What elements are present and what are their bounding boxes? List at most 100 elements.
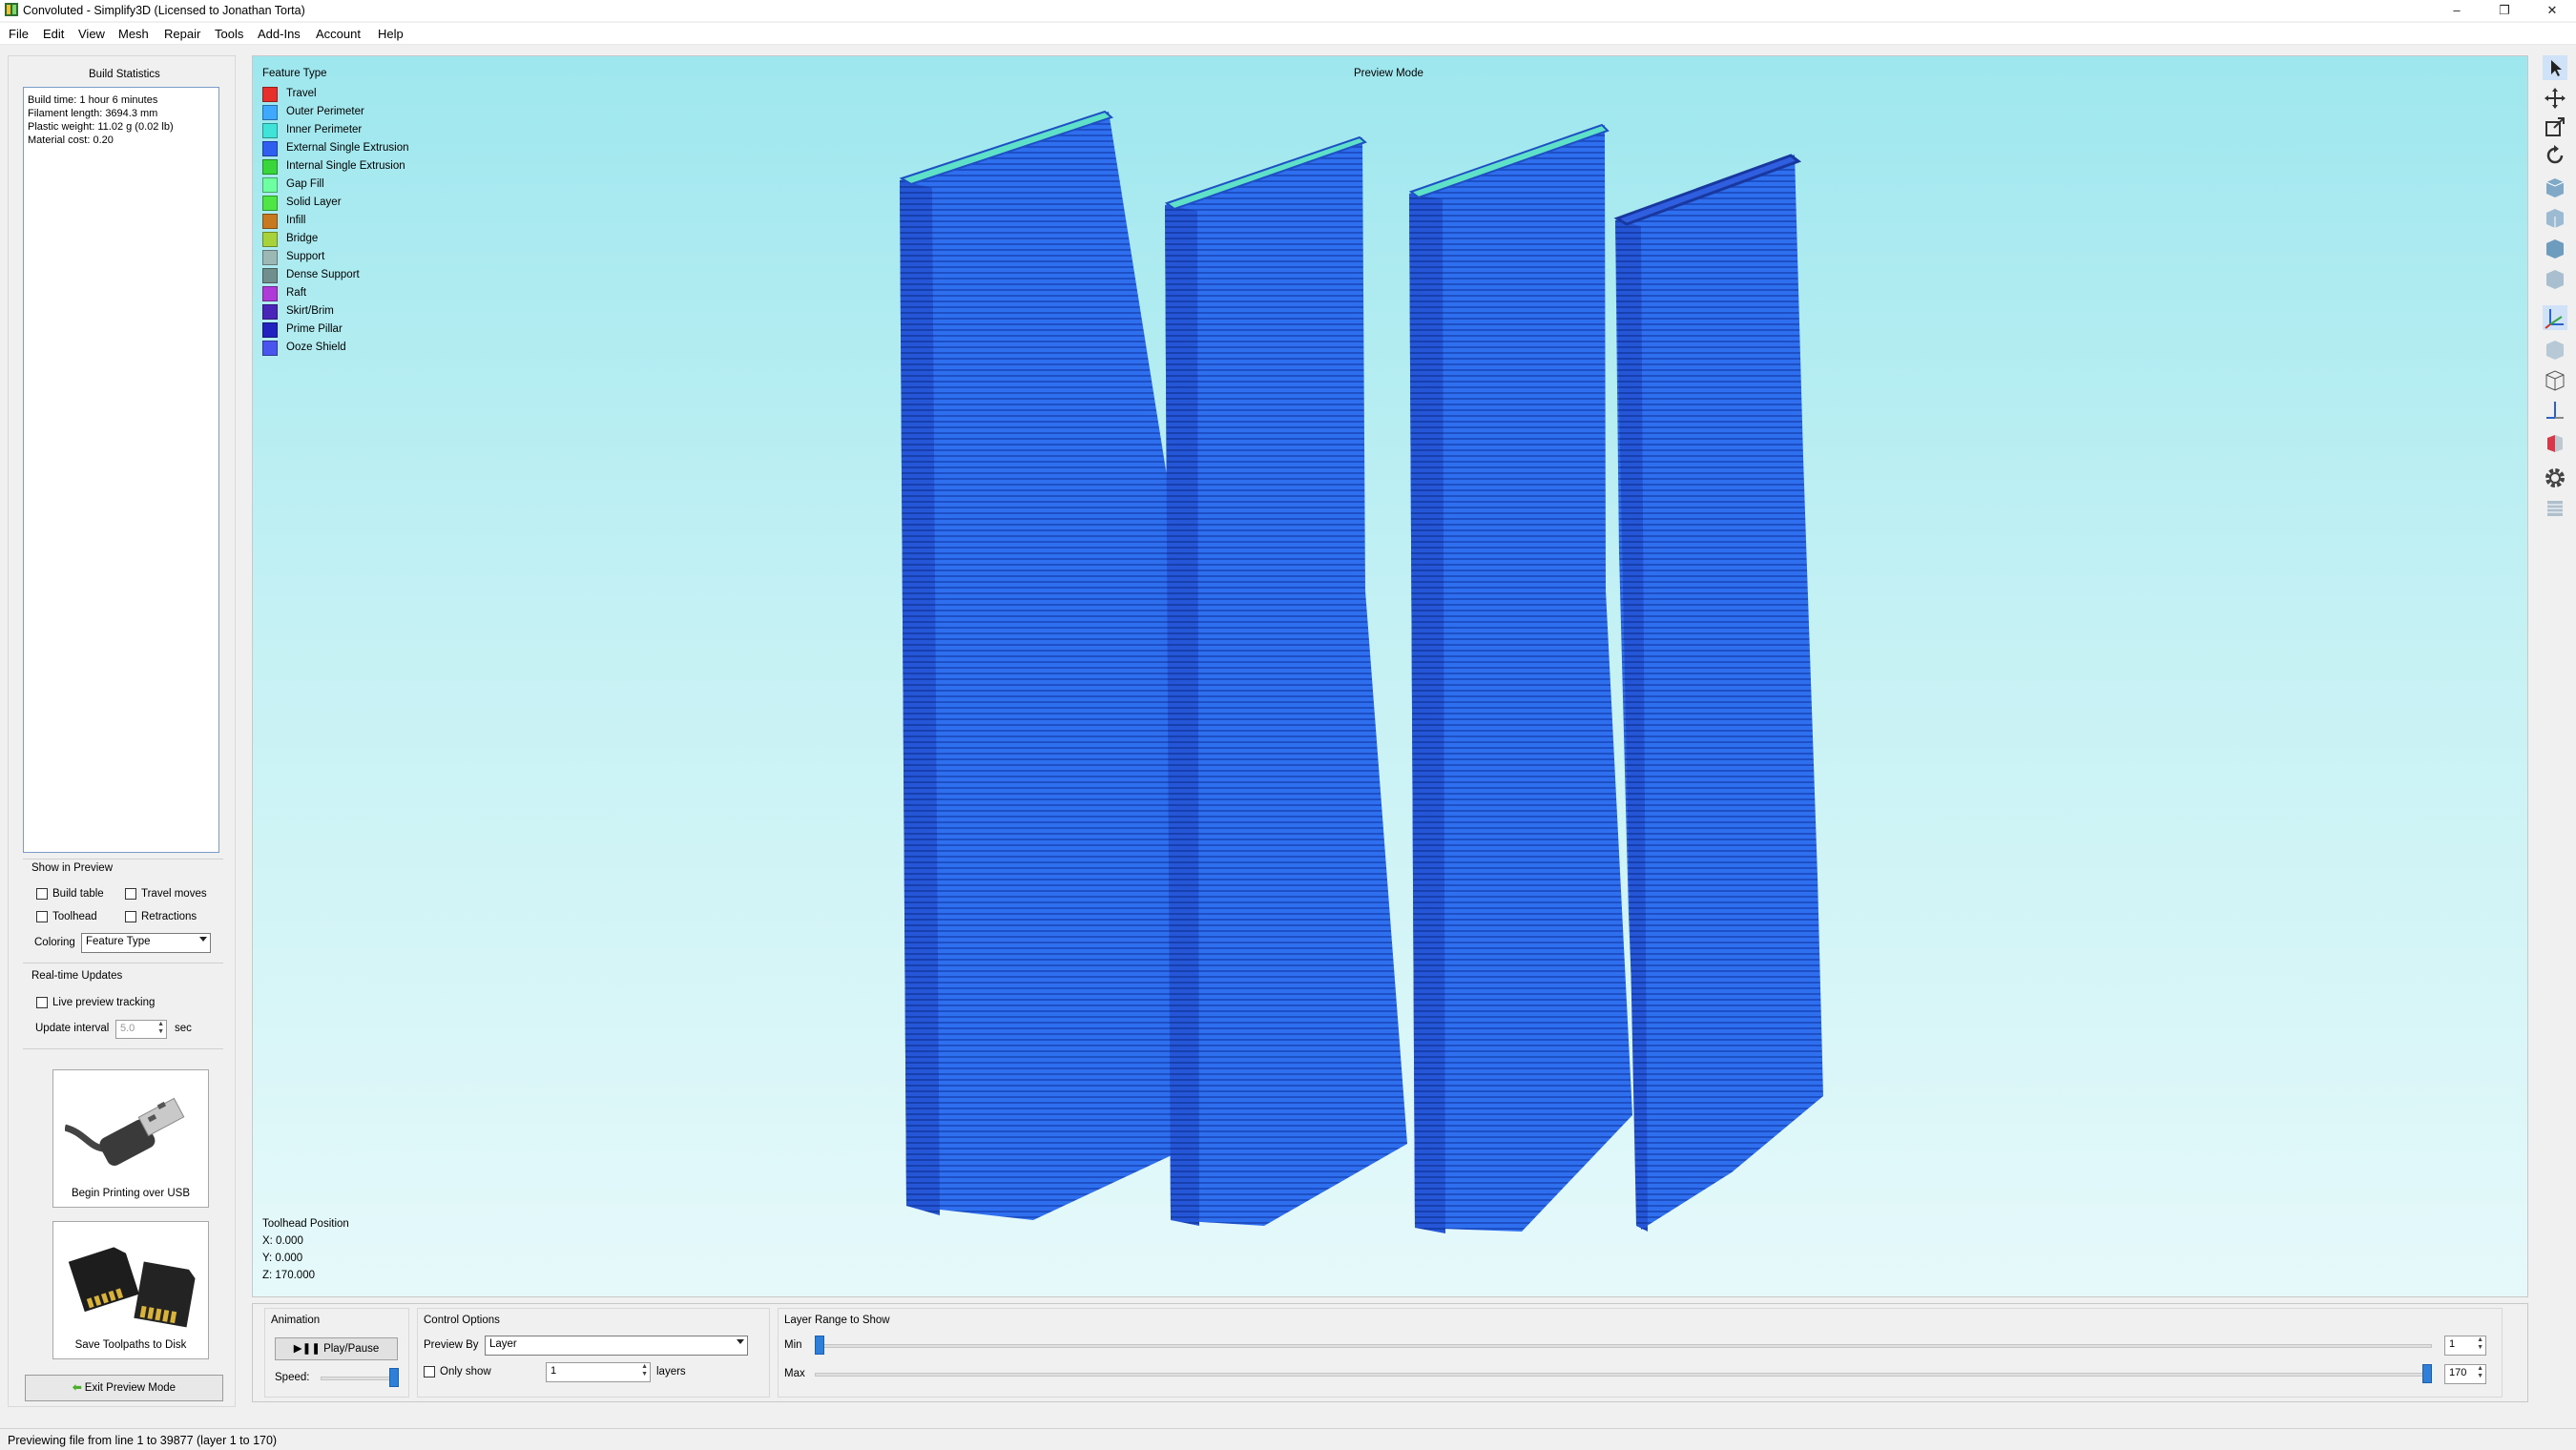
- max-layer-slider-handle[interactable]: [2422, 1364, 2432, 1383]
- layer-range-group: Layer Range to Show Min 1 ▲ ▼ Max 170 ▲ ▼: [778, 1308, 2503, 1398]
- menu-repair[interactable]: Repair: [164, 27, 200, 41]
- exit-preview-label: Exit Preview Mode: [84, 1382, 177, 1394]
- menu-help[interactable]: Help: [378, 27, 404, 41]
- spin-arrows-icon: ▲ ▼: [641, 1363, 648, 1378]
- restore-button[interactable]: ❐: [2483, 0, 2526, 21]
- stat-build-time: Build time: 1 hour 6 minutes: [28, 94, 158, 106]
- update-interval-label: Update interval: [35, 1023, 110, 1034]
- toolhead-label: Toolhead: [52, 911, 97, 922]
- solid-cube-icon[interactable]: [2543, 338, 2567, 362]
- select-icon[interactable]: [2543, 55, 2567, 80]
- save-toolpaths-button[interactable]: Save Toolpaths to Disk: [52, 1221, 209, 1359]
- preview-by-dropdown[interactable]: Layer: [485, 1336, 748, 1356]
- coloring-dropdown[interactable]: Feature Type: [81, 933, 211, 953]
- coloring-value: Feature Type: [86, 936, 151, 947]
- speed-slider-track[interactable]: [321, 1377, 399, 1380]
- stat-filament-length: Filament length: 3694.3 mm: [28, 108, 158, 119]
- right-toolbar: [2538, 55, 2572, 551]
- travel-moves-label: Travel moves: [141, 888, 207, 900]
- spin-arrows-icon: ▲ ▼: [2477, 1336, 2483, 1351]
- toolhead-checkbox[interactable]: [36, 911, 48, 922]
- wireframe-cube-icon[interactable]: [2543, 368, 2567, 393]
- min-label: Min: [784, 1339, 802, 1351]
- animation-group: Animation ▶❚❚ Play/Pause Speed:: [264, 1308, 409, 1398]
- play-pause-button[interactable]: ▶❚❚ Play/Pause: [275, 1337, 398, 1360]
- update-interval-input[interactable]: 5.0 ▲ ▼: [115, 1020, 167, 1039]
- usb-cable-icon: [65, 1097, 185, 1166]
- preview-by-value: Layer: [489, 1338, 517, 1350]
- retractions-checkbox[interactable]: [125, 911, 136, 922]
- layer-range-title: Layer Range to Show: [784, 1315, 890, 1326]
- preview-by-label: Preview By: [424, 1339, 479, 1351]
- left-panel: Build Statistics Build time: 1 hour 6 mi…: [8, 55, 236, 1407]
- settings-gear-icon[interactable]: [2543, 466, 2567, 490]
- stat-material-cost: Material cost: 0.20: [28, 135, 114, 146]
- menu-account[interactable]: Account: [316, 27, 361, 41]
- build-axis-icon[interactable]: [2543, 399, 2567, 424]
- view-cube-icon[interactable]: [2543, 206, 2567, 231]
- control-options-group: Control Options Preview By Layer Only sh…: [417, 1308, 770, 1398]
- move-icon[interactable]: [2543, 86, 2567, 111]
- chevron-down-icon: [199, 937, 207, 942]
- max-layer-value: 170: [2449, 1367, 2467, 1378]
- build-table-checkbox[interactable]: [36, 888, 48, 900]
- menu-edit[interactable]: Edit: [43, 27, 64, 41]
- view-cube-icon[interactable]: [2543, 176, 2567, 200]
- view-cube-icon[interactable]: [2543, 237, 2567, 261]
- chevron-down-icon: [737, 1339, 744, 1344]
- live-preview-checkbox[interactable]: [36, 997, 48, 1008]
- max-layer-slider-track[interactable]: [815, 1373, 2432, 1377]
- minimize-button[interactable]: –: [2435, 0, 2479, 21]
- printed-part-3: [1408, 123, 1632, 1233]
- min-layer-slider-track[interactable]: [815, 1344, 2432, 1348]
- bottom-panel: Animation ▶❚❚ Play/Pause Speed: Control …: [252, 1303, 2528, 1402]
- menu-tools[interactable]: Tools: [215, 27, 243, 41]
- only-show-layers-input[interactable]: 1 ▲ ▼: [546, 1362, 651, 1382]
- menu-mesh[interactable]: Mesh: [118, 27, 149, 41]
- build-statistics-title: Build Statistics: [89, 69, 160, 80]
- only-show-value: 1: [551, 1365, 557, 1377]
- travel-moves-checkbox[interactable]: [125, 888, 136, 900]
- window-title: Convoluted - Simplify3D (Licensed to Jon…: [23, 4, 305, 17]
- retractions-label: Retractions: [141, 911, 197, 922]
- menu-file[interactable]: File: [9, 27, 29, 41]
- close-button[interactable]: ✕: [2530, 0, 2574, 21]
- printed-part-4: [1613, 154, 1823, 1232]
- control-options-title: Control Options: [424, 1315, 500, 1326]
- speed-slider-handle[interactable]: [389, 1368, 399, 1387]
- spin-arrows-icon: ▲ ▼: [2477, 1365, 2483, 1379]
- printed-part-2: [1164, 135, 1407, 1226]
- cross-section-icon[interactable]: [2543, 431, 2567, 456]
- update-interval-value: 5.0: [120, 1023, 135, 1034]
- toolhead-x: X: 0.000: [262, 1235, 303, 1247]
- stat-plastic-weight: Plastic weight: 11.02 g (0.02 lb): [28, 121, 174, 133]
- only-show-label: Only show: [440, 1366, 491, 1378]
- update-interval-unit: sec: [175, 1023, 192, 1034]
- live-preview-label: Live preview tracking: [52, 997, 156, 1008]
- scale-icon[interactable]: [2543, 114, 2567, 139]
- rotate-icon[interactable]: [2543, 143, 2567, 168]
- play-pause-icon: ▶❚❚: [293, 1343, 321, 1355]
- menu-add-ins[interactable]: Add-Ins: [258, 27, 301, 41]
- toolpath-layers-icon[interactable]: [2543, 496, 2567, 521]
- speed-label: Speed:: [275, 1372, 310, 1383]
- max-layer-input[interactable]: 170 ▲ ▼: [2444, 1364, 2486, 1384]
- min-layer-slider-handle[interactable]: [815, 1336, 824, 1355]
- play-pause-label: Play/Pause: [323, 1343, 380, 1355]
- build-table-label: Build table: [52, 888, 104, 900]
- toolhead-y: Y: 0.000: [262, 1253, 303, 1264]
- view-cube-icon[interactable]: [2543, 267, 2567, 292]
- min-layer-value: 1: [2449, 1338, 2456, 1350]
- animation-title: Animation: [271, 1315, 321, 1326]
- axes-icon[interactable]: [2543, 305, 2567, 330]
- begin-printing-usb-button[interactable]: Begin Printing over USB: [52, 1069, 209, 1208]
- only-show-checkbox[interactable]: [424, 1366, 435, 1378]
- status-text: Previewing file from line 1 to 39877 (la…: [8, 1434, 278, 1447]
- min-layer-input[interactable]: 1 ▲ ▼: [2444, 1336, 2486, 1356]
- sd-card-icon: [68, 1247, 196, 1328]
- arrow-back-icon: ⬅: [72, 1382, 82, 1394]
- exit-preview-button[interactable]: ⬅ Exit Preview Mode: [25, 1375, 223, 1401]
- preview-viewport[interactable]: Preview Mode Feature Type Travel Outer P…: [252, 55, 2528, 1297]
- layers-label: layers: [656, 1366, 686, 1378]
- menu-view[interactable]: View: [78, 27, 105, 41]
